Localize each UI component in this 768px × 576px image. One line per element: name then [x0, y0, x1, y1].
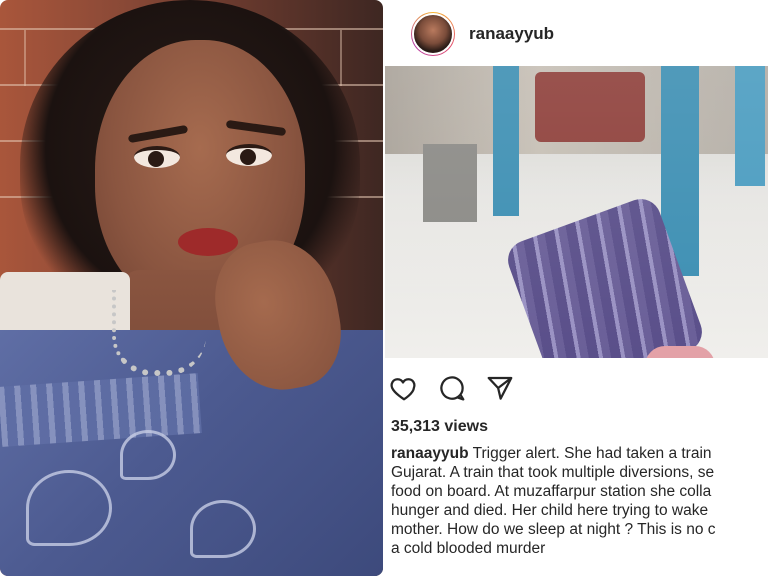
- caption-line: a cold blooded murder: [391, 540, 546, 557]
- lips: [178, 228, 238, 256]
- post-caption: ranaayyub Trigger alert. She had taken a…: [391, 444, 768, 572]
- caption-line: ranaayyub Trigger alert. She had taken a…: [391, 444, 768, 463]
- portrait-photo: [0, 0, 383, 576]
- post-username[interactable]: ranaayyub: [469, 24, 554, 44]
- comment-button[interactable]: [435, 371, 469, 405]
- caption-line: Gujarat. A train that took multiple dive…: [391, 464, 715, 481]
- view-count: 35,313 views: [391, 418, 488, 435]
- right-eye: [226, 144, 272, 166]
- comment-icon: [440, 376, 465, 401]
- avatar[interactable]: [411, 12, 455, 56]
- video-overlay: [385, 66, 768, 358]
- left-eye: [134, 146, 180, 168]
- share-button[interactable]: [483, 371, 517, 405]
- post-video[interactable]: [385, 66, 768, 358]
- paisley-motif: [26, 470, 112, 546]
- caption-line: mother. How do we sleep at night ? This …: [391, 521, 716, 538]
- caption-username[interactable]: ranaayyub: [391, 445, 469, 462]
- post-actions: [387, 370, 517, 406]
- paisley-motif: [190, 500, 256, 558]
- avatar-image: [412, 13, 454, 55]
- brick-joint: [340, 30, 342, 86]
- caption-line: hunger and died. Her child here trying t…: [391, 502, 709, 519]
- heart-icon: [390, 378, 416, 401]
- caption-line: food on board. At muzaffarpur station sh…: [391, 483, 712, 500]
- post-header: ranaayyub: [383, 8, 768, 60]
- send-icon: [487, 376, 513, 400]
- instagram-post: ranaayyub 35,313 views ranaayyub Trigger…: [383, 0, 768, 576]
- brick-joint: [24, 30, 26, 86]
- like-button[interactable]: [387, 371, 421, 405]
- caption-text: Trigger alert. She had taken a train: [472, 445, 712, 462]
- paisley-motif: [120, 430, 176, 480]
- necklace: [112, 290, 206, 376]
